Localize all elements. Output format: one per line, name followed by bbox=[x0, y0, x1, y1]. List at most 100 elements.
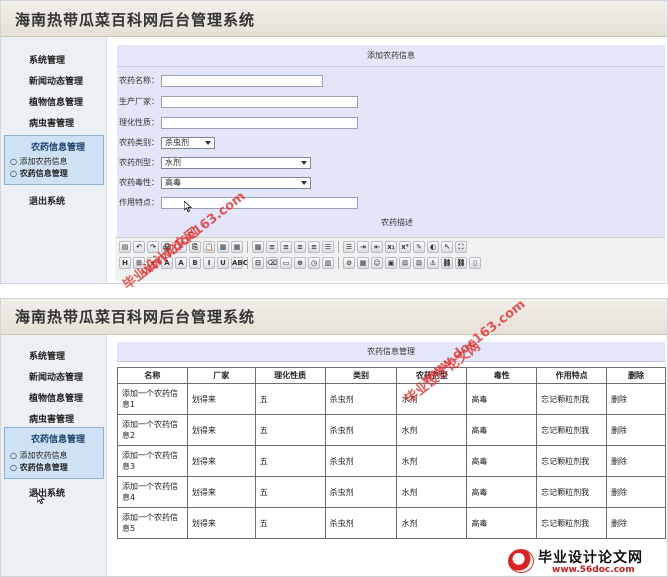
toolbar-button-icon[interactable]: ▤ bbox=[119, 241, 131, 253]
toolbar-button-icon[interactable]: ☺ bbox=[371, 257, 383, 269]
desc-label: 农药描述 bbox=[381, 218, 413, 227]
delete-link[interactable]: 删除 bbox=[606, 507, 666, 539]
toolbar-button-icon[interactable]: ✂ bbox=[175, 241, 187, 253]
toolbar-separator bbox=[338, 241, 339, 253]
toolbar-button-icon[interactable]: ↶ bbox=[133, 241, 145, 253]
toolbar-button-icon[interactable]: U bbox=[217, 257, 229, 269]
toolbar-button-icon[interactable]: ▦ bbox=[357, 257, 369, 269]
sidebar-group-title[interactable]: 农药信息管理 bbox=[31, 432, 85, 445]
list-area: 名称 厂家 理化性质 类别 农药剂型 毒性 作用特点 删除 添加一个农药信息1 划得来五杀虫剂水… bbox=[117, 299, 666, 576]
toolbar-button-icon[interactable]: ☰ bbox=[322, 241, 334, 253]
toolbar-button-icon[interactable]: ⇥ bbox=[357, 241, 369, 253]
delete-link[interactable]: 删除 bbox=[606, 476, 666, 508]
sidebar-item-news[interactable]: 新闻动态管理 bbox=[29, 370, 83, 383]
table-cell: 水剂 bbox=[396, 383, 468, 415]
toolbar-button-icon[interactable]: ⊞ bbox=[133, 257, 145, 269]
delete-link[interactable]: 删除 bbox=[606, 383, 666, 415]
toolbar-button-icon[interactable]: I bbox=[203, 257, 215, 269]
toolbar-row-2: H ⊞ ▾ A A B I U ABC ⊟ ⌫ ▭ ⊕ ◷ ▥ ⊘ ▦ ☺ ▣ ⊡ ⊡ ⚓ ⛓ ⛓ ▯ bbox=[119, 257, 481, 271]
table-cell: 划得来 bbox=[186, 507, 256, 539]
dosage-select[interactable]: 水剂 bbox=[161, 157, 311, 169]
toolbar-button-icon[interactable]: ≡ bbox=[308, 241, 320, 253]
sidebar-subitem-add[interactable]: ○ 添加农药信息 bbox=[10, 450, 68, 461]
app-title: 海南热带瓜菜百科网后台管理系统 bbox=[15, 11, 256, 29]
table-cell: 忘记颗粒剂我 bbox=[536, 507, 608, 539]
toolbar-button-icon[interactable]: ⎘ bbox=[189, 241, 201, 253]
sidebar-item-logout[interactable]: 退出系统 bbox=[29, 486, 65, 499]
toolbar-button-icon[interactable]: ⛓ bbox=[455, 257, 467, 269]
sidebar-item-system[interactable]: 系统管理 bbox=[29, 349, 65, 362]
toolbar-button-icon[interactable]: ☰ bbox=[343, 241, 355, 253]
feature-label: 作用特点： bbox=[119, 198, 159, 207]
toolbar-button-icon[interactable]: ⊟ bbox=[252, 257, 264, 269]
toolbar-button-icon[interactable]: 📋 bbox=[203, 241, 215, 253]
sidebar-item-news[interactable]: 新闻动态管理 bbox=[29, 74, 83, 87]
sidebar-item-pests[interactable]: 病虫害管理 bbox=[29, 412, 74, 425]
toolbar-button-icon[interactable]: ▯ bbox=[469, 257, 481, 269]
sidebar-item-logout[interactable]: 退出系统 bbox=[29, 194, 65, 207]
toolbar-button-icon[interactable]: ▥ bbox=[322, 257, 334, 269]
toxicity-select[interactable]: 高毒 bbox=[161, 177, 311, 189]
toolbar-button-icon[interactable]: ↷ bbox=[147, 241, 159, 253]
manage-pesticide-screen: 海南热带瓜菜百科网后台管理系统 系统管理 新闻动态管理 植物信息管理 病虫害管理… bbox=[0, 298, 668, 577]
sidebar-group-title[interactable]: 农药信息管理 bbox=[31, 140, 85, 153]
sidebar-subitem-add[interactable]: ○ 添加农药信息 bbox=[10, 156, 68, 167]
toolbar-button-icon[interactable]: ▦ bbox=[252, 241, 264, 253]
toolbar-button-icon[interactable]: ⊘ bbox=[343, 257, 355, 269]
toolbar-button-icon[interactable]: x² bbox=[399, 241, 411, 253]
category-label: 农药类别： bbox=[119, 138, 159, 147]
sidebar-group-pesticide: 农药信息管理 ○ 添加农药信息 ○ 农药信息管理 bbox=[4, 427, 104, 479]
category-value: 杀虫剂 bbox=[165, 138, 189, 147]
toolbar-button-icon[interactable]: ▾ bbox=[147, 257, 159, 269]
sidebar-subitem-manage[interactable]: ○ 农药信息管理 bbox=[10, 462, 68, 473]
toolbar-button-icon[interactable]: ↖ bbox=[441, 241, 453, 253]
sidebar-item-pests[interactable]: 病虫害管理 bbox=[29, 116, 74, 129]
toolbar-button-icon[interactable]: ⌫ bbox=[266, 257, 278, 269]
toolbar-button-icon[interactable]: ⚓ bbox=[427, 257, 439, 269]
toolbar-button-icon[interactable]: x₁ bbox=[385, 241, 397, 253]
toolbar-button-icon[interactable]: ⇤ bbox=[371, 241, 383, 253]
name-input[interactable] bbox=[161, 75, 323, 87]
toolbar-button-icon[interactable]: ⊡ bbox=[399, 257, 411, 269]
delete-link[interactable]: 删除 bbox=[606, 445, 666, 477]
toolbar-button-icon[interactable]: ◐ bbox=[427, 241, 439, 253]
delete-link[interactable]: 删除 bbox=[606, 414, 666, 446]
toolbar-button-icon[interactable]: 🖨 bbox=[161, 241, 173, 253]
toolbar-button-icon[interactable]: B bbox=[189, 257, 201, 269]
prop-input[interactable] bbox=[161, 117, 358, 129]
toolbar-button-icon[interactable]: A bbox=[175, 257, 187, 269]
sidebar-subitem-label: 农药信息管理 bbox=[19, 169, 68, 178]
toolbar-button-icon[interactable]: ▦ bbox=[231, 241, 243, 253]
category-select[interactable]: 杀虫剂 bbox=[161, 137, 215, 149]
table-cell: 高毒 bbox=[466, 476, 538, 508]
sidebar-subitem-manage[interactable]: ○ 农药信息管理 bbox=[10, 168, 68, 179]
toolbar-button-icon[interactable]: ✎ bbox=[413, 241, 425, 253]
maker-input[interactable] bbox=[161, 96, 358, 108]
sidebar-item-plants[interactable]: 植物信息管理 bbox=[29, 95, 83, 108]
toolbar-button-icon[interactable]: ≡ bbox=[280, 241, 292, 253]
column-header: 厂家 bbox=[186, 367, 256, 384]
sidebar: 系统管理 新闻动态管理 植物信息管理 病虫害管理 农药信息管理 ○ 添加农药信息… bbox=[1, 37, 107, 283]
sidebar-subitem-label: 添加农药信息 bbox=[19, 157, 68, 166]
toolbar-button-icon[interactable]: ≡ bbox=[266, 241, 278, 253]
mouse-cursor-icon bbox=[184, 201, 192, 212]
table-cell: 杀虫剂 bbox=[324, 445, 398, 477]
toolbar-button-icon[interactable]: ⊕ bbox=[294, 257, 306, 269]
name-label: 农药名称： bbox=[119, 76, 159, 85]
toolbar-button-icon[interactable]: ◷ bbox=[308, 257, 320, 269]
toolbar-button-icon[interactable]: ▦ bbox=[217, 241, 229, 253]
sidebar-item-plants[interactable]: 植物信息管理 bbox=[29, 391, 83, 404]
toolbar-button-icon[interactable]: ▣ bbox=[385, 257, 397, 269]
toolbar-button-icon[interactable]: ⛓ bbox=[441, 257, 453, 269]
toolbar-button-icon[interactable]: A bbox=[161, 257, 173, 269]
table-cell: 五 bbox=[254, 476, 326, 508]
sidebar-item-system[interactable]: 系统管理 bbox=[29, 53, 65, 66]
toolbar-button-icon[interactable]: ⛶ bbox=[455, 241, 467, 253]
toolbar-button-icon[interactable]: ≡ bbox=[294, 241, 306, 253]
toolbar-button-icon[interactable]: ABC bbox=[231, 257, 248, 269]
toolbar-button-icon[interactable]: ⊡ bbox=[413, 257, 425, 269]
toolbar-button-icon[interactable]: ▭ bbox=[280, 257, 292, 269]
table-cell: 添加一个农药信息4 bbox=[117, 476, 188, 508]
toolbar-button-icon[interactable]: H bbox=[119, 257, 131, 269]
table-cell: 添加一个农药信息5 bbox=[117, 507, 188, 539]
